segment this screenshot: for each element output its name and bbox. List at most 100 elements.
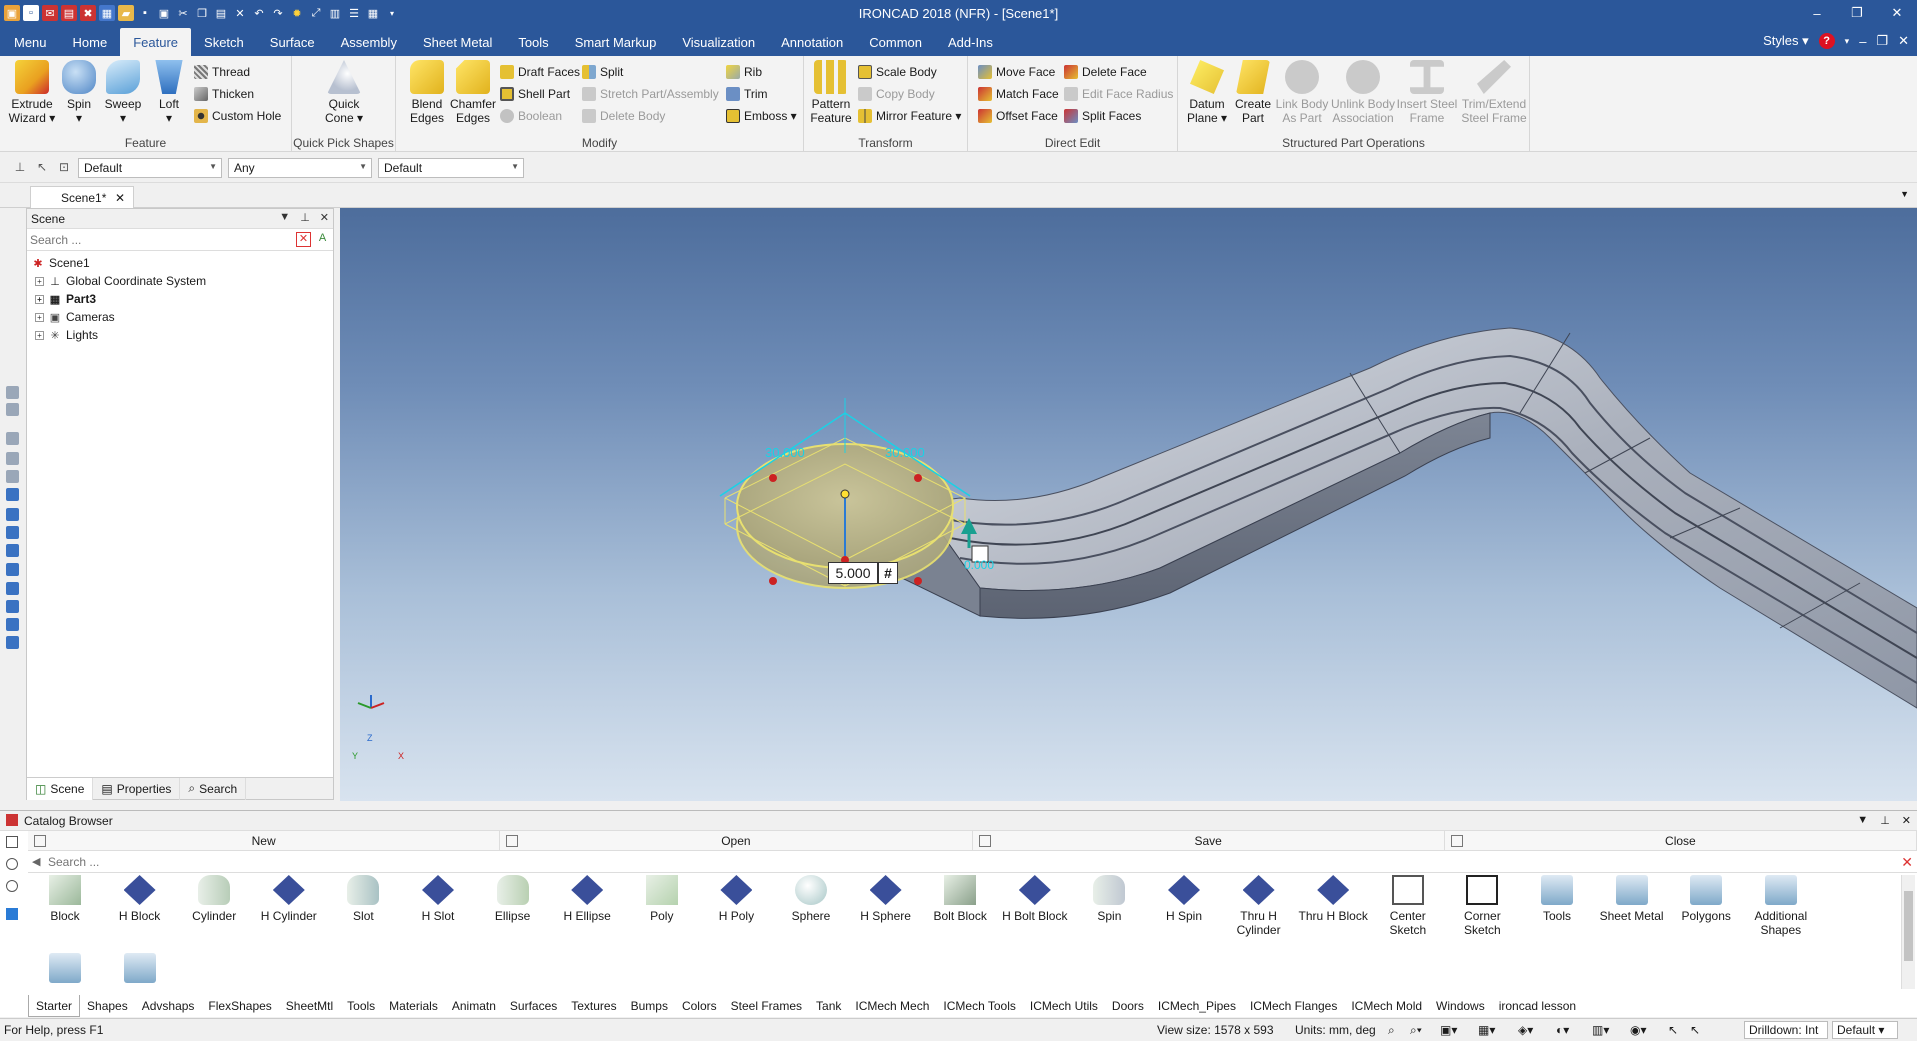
material-combo[interactable]: Default ▼ xyxy=(378,158,524,178)
catalog-clear-search-icon[interactable]: ✕ xyxy=(1901,854,1913,871)
thicken-button[interactable]: Thicken xyxy=(194,84,254,104)
side-tool-icon[interactable] xyxy=(6,526,19,539)
catalog-scroll-thumb[interactable] xyxy=(1904,891,1913,961)
catalog-pin-icon[interactable]: ⊥ xyxy=(1880,814,1890,827)
pointer-icon[interactable]: ↖ xyxy=(34,160,50,176)
draft-faces-button[interactable]: Draft Faces xyxy=(500,62,580,82)
paste-icon[interactable]: ▤ xyxy=(213,5,229,21)
catalog-tab-textures[interactable]: Textures xyxy=(564,995,623,1017)
loft-button[interactable]: Loft ▾ xyxy=(146,60,192,125)
catalog-item-polygons[interactable]: Polygons xyxy=(1669,875,1743,923)
side-tool-icon[interactable] xyxy=(6,403,19,416)
catalog-tab-icmech-mech[interactable]: ICMech Mech xyxy=(848,995,936,1017)
quick-cone-button[interactable]: Quick Cone ▾ xyxy=(320,60,368,125)
close-window-button[interactable]: ✕ xyxy=(1877,0,1917,26)
catalog-new-button[interactable]: New xyxy=(28,831,501,850)
app-logo-icon[interactable]: ▣ xyxy=(4,5,20,21)
drilldown-combo[interactable]: Drilldown: Int ▾ xyxy=(1744,1021,1828,1041)
catalog-item-ellipse[interactable]: Ellipse xyxy=(476,875,550,923)
tab-annotation[interactable]: Annotation xyxy=(768,28,856,56)
catalog-tab-materials[interactable]: Materials xyxy=(382,995,445,1017)
tab-common[interactable]: Common xyxy=(856,28,935,56)
catalog-scrollbar[interactable] xyxy=(1901,875,1915,989)
zoom-icon[interactable]: ⤢ xyxy=(308,5,324,21)
spin-button[interactable]: Spin ▾ xyxy=(56,60,102,125)
edit-face-radius-button[interactable]: Edit Face Radius xyxy=(1064,84,1173,104)
side-tool-icon[interactable] xyxy=(6,386,19,399)
catalog-item-slot[interactable]: Slot xyxy=(326,875,400,923)
catalog-item-center-sketch[interactable]: Center Sketch xyxy=(1371,875,1445,937)
zoom-tool-icon[interactable]: ⌕ xyxy=(1388,1023,1395,1038)
sketch-tool-icon[interactable] xyxy=(6,836,18,848)
catalog-item-h-slot[interactable]: H Slot xyxy=(401,875,475,923)
catalog-item-h-sphere[interactable]: H Sphere xyxy=(849,875,923,923)
help-dropdown-icon[interactable]: ▾ xyxy=(1845,36,1850,47)
catalog-item-h-ellipse[interactable]: H Ellipse xyxy=(550,875,624,923)
tree-node-part3[interactable]: + ▦ Part3 xyxy=(31,290,333,308)
side-tool-icon[interactable] xyxy=(6,582,19,595)
dimension-lock-button[interactable]: # xyxy=(878,562,898,584)
pin-icon[interactable]: ⊥ xyxy=(300,211,310,224)
side-tool-icon[interactable] xyxy=(6,508,19,521)
tab-smart-markup[interactable]: Smart Markup xyxy=(562,28,670,56)
new-file-icon[interactable]: ▫ xyxy=(23,5,39,21)
catalog-tab-bumps[interactable]: Bumps xyxy=(624,995,675,1017)
expand-icon[interactable]: + xyxy=(35,294,44,304)
new-drawing-icon[interactable]: ▤ xyxy=(61,5,77,21)
catalog-tab-advshaps[interactable]: Advshaps xyxy=(135,995,202,1017)
catalog-tab-windows[interactable]: Windows xyxy=(1429,995,1492,1017)
catalog-item-additional-shapes[interactable]: Additional Shapes xyxy=(1744,875,1818,937)
side-tool-icon[interactable] xyxy=(6,600,19,613)
catalog-item-poly[interactable]: Poly xyxy=(625,875,699,923)
tab-feature[interactable]: Feature xyxy=(120,28,192,56)
catalog-tab-tools[interactable]: Tools xyxy=(340,995,382,1017)
catalog-tab-icmech-pipes[interactable]: ICMech_Pipes xyxy=(1151,995,1243,1017)
style-combo[interactable]: Default ▼ xyxy=(78,158,222,178)
catalog-tab-steel-frames[interactable]: Steel Frames xyxy=(724,995,809,1017)
catalog-close-button[interactable]: Close xyxy=(1445,831,1917,850)
swept-part-body[interactable] xyxy=(819,327,1917,709)
offset-face-button[interactable]: Offset Face xyxy=(978,106,1058,126)
blend-edges-button[interactable]: Blend Edges xyxy=(404,60,450,125)
tree-node-lights[interactable]: + ✳ Lights xyxy=(31,326,333,344)
doc-restore-icon[interactable]: ❐ xyxy=(1876,33,1888,49)
redo-icon[interactable]: ↷ xyxy=(270,5,286,21)
side-tool-icon[interactable] xyxy=(6,488,19,501)
expand-icon[interactable]: + xyxy=(35,330,44,340)
catalog-item-cylinder[interactable]: Cylinder xyxy=(177,875,251,923)
sweep-button[interactable]: Sweep ▾ xyxy=(100,60,146,125)
list-icon[interactable]: ☰ xyxy=(346,5,362,21)
width-dimension-label[interactable]: 30.000 xyxy=(765,445,805,460)
panel-dropdown-icon[interactable]: ▼ xyxy=(279,211,290,224)
measure-tool-icon[interactable] xyxy=(6,908,18,920)
trim-button[interactable]: Trim xyxy=(726,84,768,104)
expand-icon[interactable]: + xyxy=(35,312,44,322)
split-faces-button[interactable]: Split Faces xyxy=(1064,106,1141,126)
tab-sketch[interactable]: Sketch xyxy=(191,28,257,56)
chamfer-edges-button[interactable]: Chamfer Edges xyxy=(450,60,496,125)
delete-icon[interactable]: ✕ xyxy=(232,5,248,21)
new-assembly-icon[interactable]: ▦ xyxy=(99,5,115,21)
copy-icon[interactable]: ❐ xyxy=(194,5,210,21)
catalog-tab-starter[interactable]: Starter xyxy=(28,995,81,1017)
tab-menu[interactable]: Menu xyxy=(0,28,60,56)
zoom-options-icon[interactable]: ⌕▾ xyxy=(1410,1023,1422,1038)
catalog-tab-tank[interactable]: Tank xyxy=(809,995,848,1017)
boolean-button[interactable]: Boolean xyxy=(500,106,562,126)
catalog-item-corner-sketch[interactable]: Corner Sketch xyxy=(1445,875,1519,937)
expand-icon[interactable]: + xyxy=(35,276,44,286)
catalog-item-thru-h-cylinder[interactable]: Thru H Cylinder xyxy=(1222,875,1296,937)
qat-dropdown-icon[interactable]: ▾ xyxy=(384,5,400,21)
shading-icon[interactable]: ◐▾ xyxy=(1556,1023,1569,1037)
custom-hole-button[interactable]: Custom Hole xyxy=(194,106,281,126)
back-arrow-icon[interactable]: ◀ xyxy=(32,855,40,868)
side-tool-icon[interactable] xyxy=(6,636,19,649)
catalog-tab-icmech-flanges[interactable]: ICMech Flanges xyxy=(1243,995,1344,1017)
close-tab-icon[interactable]: ✕ xyxy=(115,191,125,205)
scale-body-button[interactable]: Scale Body xyxy=(858,62,937,82)
render-mode-icon[interactable]: ▦▾ xyxy=(1478,1023,1495,1037)
tab-search[interactable]: ⌕ Search xyxy=(180,777,247,800)
side-tool-icon[interactable] xyxy=(6,618,19,631)
catalog-item-sheet-metal[interactable]: Sheet Metal xyxy=(1595,875,1669,923)
rib-button[interactable]: Rib xyxy=(726,62,762,82)
